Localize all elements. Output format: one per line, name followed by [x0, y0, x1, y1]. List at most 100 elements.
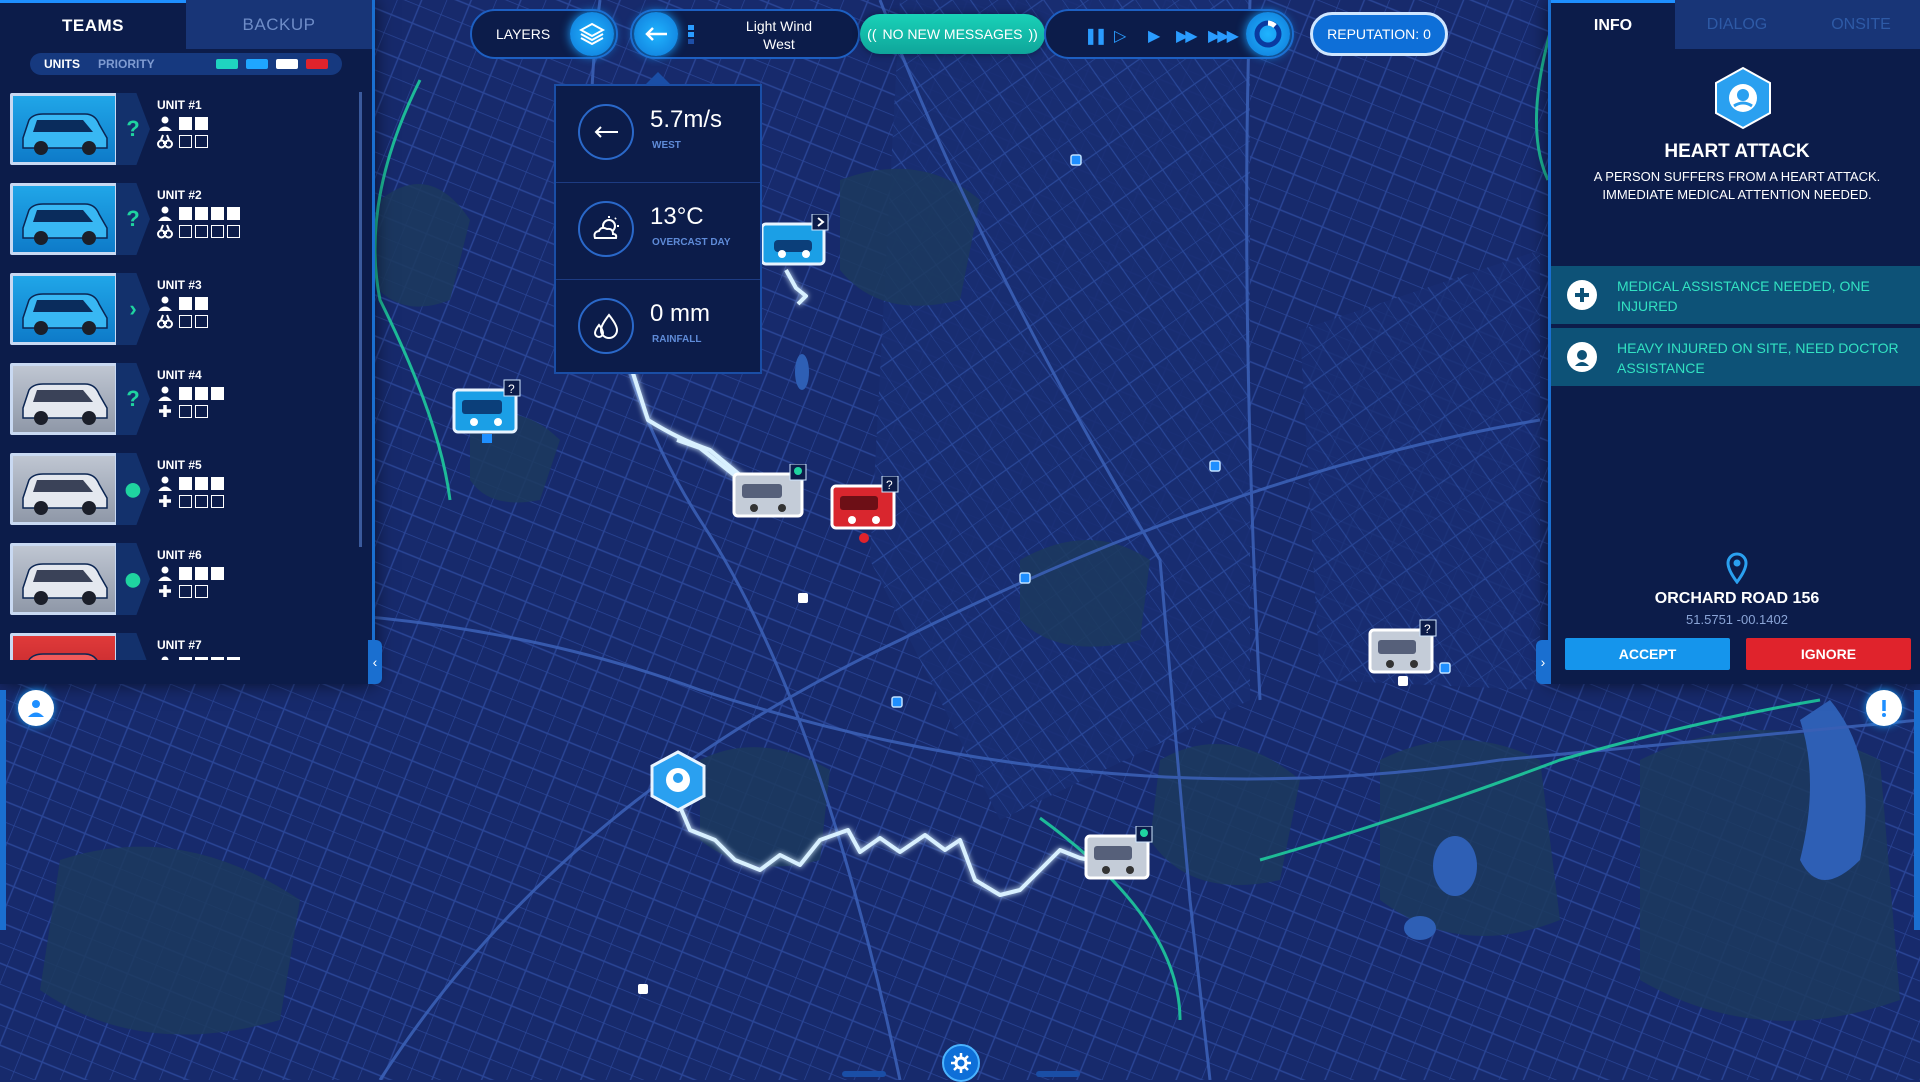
- crew-slot: [211, 386, 224, 400]
- chevron-right-icon[interactable]: ›: [116, 273, 150, 345]
- sub-tab-units[interactable]: UNITS: [44, 57, 80, 71]
- crew-icon: [158, 296, 172, 311]
- ambulance-thumbnail: [10, 453, 118, 525]
- unit-slots: [157, 654, 240, 660]
- unit-name: UNIT #1: [157, 98, 202, 112]
- equipment-slot: [227, 224, 240, 238]
- police-car-thumbnail: [10, 93, 118, 165]
- requirement-text: HEAVY INJURED ON SITE, NEED DOCTOR ASSIS…: [1617, 340, 1899, 376]
- unit-row[interactable]: › UNIT #3: [0, 268, 360, 358]
- crew-slot: [195, 386, 208, 400]
- ambulance-thumbnail: [10, 543, 118, 615]
- fast-forward-icon[interactable]: ▶▶: [1176, 26, 1198, 46]
- crew-icon: [158, 206, 172, 221]
- bottom-bar-left: [842, 1071, 886, 1077]
- tab-onsite[interactable]: ONSITE: [1799, 0, 1920, 49]
- map-fire-truck-marker[interactable]: ?: [830, 475, 902, 549]
- wind-strength-icon: [688, 25, 694, 45]
- crew-slot: [195, 206, 208, 220]
- layers-label: LAYERS: [496, 26, 551, 42]
- svg-text:?: ?: [508, 382, 515, 396]
- officer-icon: [28, 700, 44, 717]
- unit-list-scrollbar[interactable]: [359, 92, 362, 547]
- crew-slot: [179, 476, 192, 490]
- settings-button[interactable]: [942, 1044, 980, 1082]
- priority-swatch[interactable]: [246, 59, 268, 69]
- priority-swatch[interactable]: [276, 59, 298, 69]
- unit-name: UNIT #2: [157, 188, 202, 202]
- unit-row[interactable]: ⬤ UNIT #5: [0, 448, 360, 538]
- collapse-right-panel-button[interactable]: ›: [1536, 640, 1550, 684]
- unit-row[interactable]: UNIT #7: [0, 628, 360, 660]
- priority-filter-swatches: [216, 59, 328, 69]
- equipment-slot: [195, 404, 208, 418]
- location-name: ORCHARD ROAD 156: [1654, 590, 1820, 607]
- game-clock-button[interactable]: [1246, 12, 1290, 56]
- pause-icon[interactable]: ❚❚: [1084, 26, 1108, 46]
- crew-slot: [179, 206, 192, 220]
- location-pin-icon: [1725, 552, 1749, 589]
- crew-slot: [179, 296, 192, 310]
- map-ambulance-marker[interactable]: ?: [1368, 618, 1440, 693]
- map-police-car-marker[interactable]: [760, 213, 832, 277]
- layers-button[interactable]: [570, 12, 614, 56]
- tab-backup[interactable]: BACKUP: [186, 0, 372, 49]
- map-ambulance-marker[interactable]: [1084, 825, 1156, 893]
- tab-teams[interactable]: TEAMS: [0, 0, 186, 49]
- binoculars-icon: [157, 224, 173, 239]
- wind-button[interactable]: [634, 12, 678, 56]
- question-icon[interactable]: ?: [116, 93, 150, 165]
- layers-icon: [579, 22, 605, 46]
- sub-tab-priority[interactable]: PRIORITY: [98, 57, 155, 71]
- unit-row[interactable]: ? UNIT #2: [0, 178, 360, 268]
- police-van-thumbnail: [10, 183, 118, 255]
- officer-button[interactable]: [18, 690, 54, 726]
- unit-row[interactable]: ? UNIT #1: [0, 88, 360, 178]
- right-edge-bar: [1914, 690, 1920, 930]
- map-police-van-marker[interactable]: ?: [452, 378, 524, 449]
- unit-list: ? UNIT #1? UNIT #2 › UNIT #3? UNIT #4 ⬤ UNIT #5…: [0, 88, 360, 660]
- priority-swatch[interactable]: [216, 59, 238, 69]
- incident-heart-attack-marker[interactable]: [648, 750, 708, 821]
- ignore-button[interactable]: IGNORE: [1746, 638, 1911, 670]
- question-icon[interactable]: ?: [116, 363, 150, 435]
- unit-status-arrow[interactable]: [116, 633, 150, 660]
- tab-info[interactable]: INFO: [1551, 0, 1675, 49]
- unit-slots: [157, 474, 224, 510]
- priority-swatch[interactable]: [306, 59, 328, 69]
- location-pin-icon[interactable]: ⬤: [116, 543, 150, 615]
- medical-cross-icon: [1567, 280, 1597, 310]
- crew-slot: [195, 656, 208, 660]
- equipment-slot: [195, 224, 208, 238]
- fastest-forward-icon[interactable]: ▶▶▶: [1208, 26, 1239, 46]
- alerts-button[interactable]: [1866, 690, 1902, 726]
- units-priority-toggle: UNITS PRIORITY: [30, 53, 342, 75]
- question-icon[interactable]: ?: [116, 183, 150, 255]
- crew-slot: [195, 116, 208, 130]
- crew-slot: [211, 656, 224, 660]
- requirement-medical: MEDICAL ASSISTANCE NEEDED, ONE INJURED: [1551, 266, 1920, 324]
- medical-cross-icon: [159, 495, 171, 507]
- map-ambulance-marker[interactable]: [732, 463, 810, 533]
- collapse-left-panel-button[interactable]: ‹: [368, 640, 382, 684]
- location-pin-icon[interactable]: ⬤: [116, 453, 150, 525]
- crew-icon: [158, 386, 172, 401]
- play-slow-icon[interactable]: ▷: [1114, 26, 1126, 46]
- play-icon[interactable]: ▶: [1148, 26, 1160, 46]
- tab-dialog[interactable]: DIALOG: [1675, 0, 1799, 49]
- crew-slot: [227, 656, 240, 660]
- wind-strength-label: Light Wind: [745, 18, 813, 34]
- messages-button[interactable]: (( NO NEW MESSAGES )): [860, 14, 1045, 54]
- reputation-badge[interactable]: REPUTATION: 0: [1310, 12, 1448, 56]
- unit-name: UNIT #7: [157, 638, 202, 652]
- crew-slot: [211, 566, 224, 580]
- accept-button[interactable]: ACCEPT: [1565, 638, 1730, 670]
- equipment-slot: [195, 584, 208, 598]
- wind-speed-value: 5.7m/s: [650, 106, 723, 133]
- crew-icon: [161, 656, 169, 660]
- binoculars-icon: [157, 314, 173, 329]
- unit-row[interactable]: ? UNIT #4: [0, 358, 360, 448]
- incident-description: A PERSON SUFFERS FROM A HEART ATTACK. IM…: [1593, 169, 1881, 202]
- left-edge-bar: [0, 690, 6, 930]
- unit-row[interactable]: ⬤ UNIT #6: [0, 538, 360, 628]
